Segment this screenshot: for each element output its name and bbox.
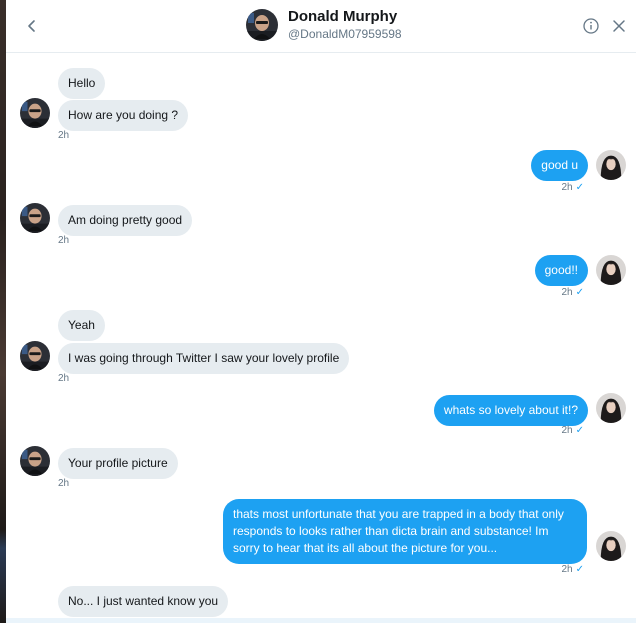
message-timestamp: 2h: [58, 373, 70, 384]
avatar[interactable]: [20, 341, 50, 371]
avatar[interactable]: [596, 393, 626, 423]
checkmark-icon: ✓: [575, 564, 584, 575]
message-bubble-incoming[interactable]: How are you doing ?: [58, 100, 189, 131]
close-button[interactable]: [610, 17, 628, 35]
avatar[interactable]: [596, 255, 626, 285]
message-timestamp: 2h: [58, 478, 70, 489]
avatar[interactable]: [20, 98, 50, 128]
conversation-header: Donald Murphy @DonaldM07959598: [6, 0, 636, 53]
message-bubble-incoming[interactable]: Yeah: [58, 310, 105, 341]
message-bubble-incoming[interactable]: Hello: [58, 68, 106, 99]
message-bubble-outgoing[interactable]: good!!: [534, 255, 588, 286]
message-timestamp: 2h: [58, 235, 70, 246]
message-thread[interactable]: Hello How are you doing ? 2h good u 2h ✓ …: [6, 53, 636, 623]
avatar[interactable]: [596, 150, 626, 180]
back-button[interactable]: [20, 14, 44, 38]
message-timestamp: 2h ✓: [561, 564, 584, 575]
close-icon: [613, 20, 625, 32]
avatar[interactable]: [246, 9, 278, 41]
contact-name[interactable]: Donald Murphy: [288, 8, 397, 25]
message-timestamp: 2h ✓: [561, 287, 584, 298]
contact-handle: @DonaldM07959598: [288, 27, 402, 41]
info-icon: [583, 18, 599, 34]
avatar[interactable]: [596, 531, 626, 561]
avatar[interactable]: [20, 446, 50, 476]
message-timestamp: 2h ✓: [561, 182, 584, 193]
checkmark-icon: ✓: [575, 287, 584, 298]
message-timestamp: 2h: [58, 130, 70, 141]
message-bubble-incoming[interactable]: Am doing pretty good: [58, 205, 193, 236]
chevron-left-icon: [28, 20, 35, 32]
message-timestamp: 2h ✓: [561, 425, 584, 436]
message-bubble-incoming[interactable]: I was going through Twitter I saw your l…: [58, 343, 350, 374]
message-bubble-incoming[interactable]: No... I just wanted know you: [58, 586, 229, 617]
avatar[interactable]: [20, 203, 50, 233]
checkmark-icon: ✓: [575, 182, 584, 193]
compose-area-edge: [6, 618, 636, 623]
message-bubble-outgoing[interactable]: whats so lovely about it!?: [433, 395, 588, 426]
message-bubble-outgoing[interactable]: thats most unfortunate that you are trap…: [223, 499, 587, 564]
checkmark-icon: ✓: [575, 425, 584, 436]
message-bubble-incoming[interactable]: Your profile picture: [58, 448, 178, 479]
info-button[interactable]: [582, 17, 600, 35]
message-bubble-outgoing[interactable]: good u: [531, 150, 588, 181]
